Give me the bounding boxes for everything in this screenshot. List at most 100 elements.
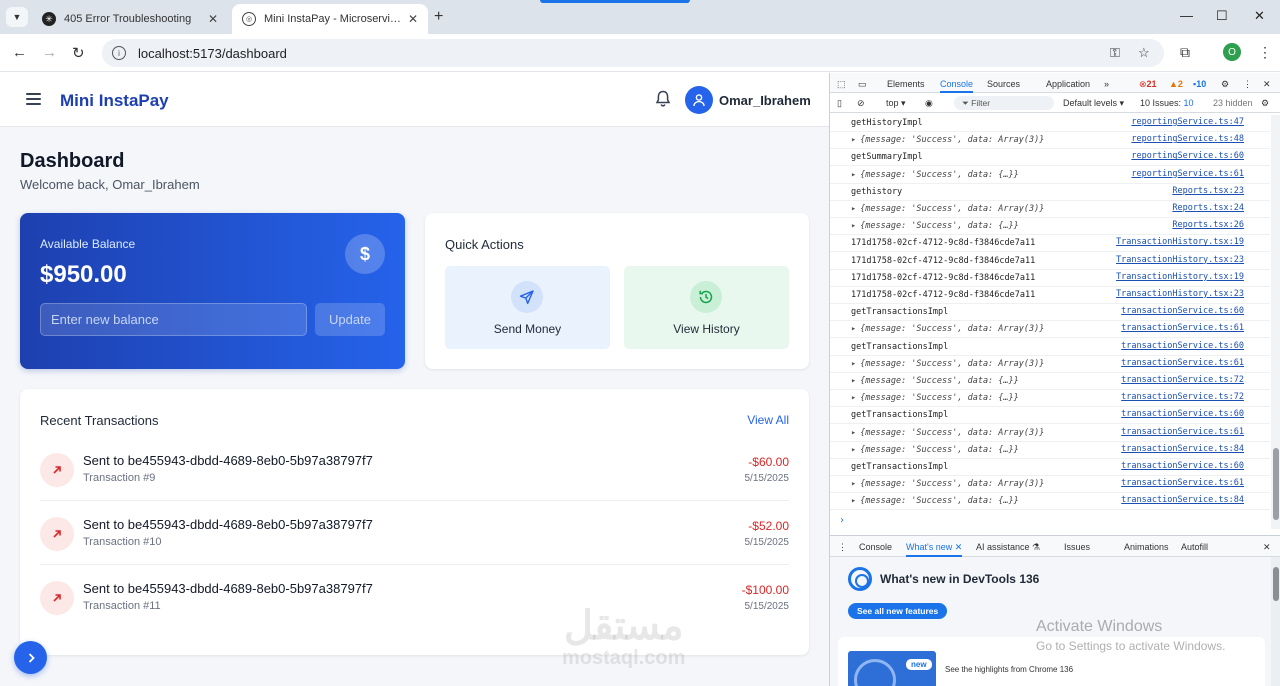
expand-arrow-icon[interactable]: ▸ — [851, 428, 856, 438]
console-log-line[interactable]: ▸ {message: 'Success', data: {…}} reportin… — [830, 167, 1270, 184]
tab-console[interactable]: Console — [940, 79, 974, 93]
source-link[interactable]: Reports.tsx:23 — [1172, 186, 1244, 196]
drawer-tab-issues[interactable]: Issues — [1064, 542, 1090, 552]
view-all-link[interactable]: View All — [747, 413, 789, 427]
eye-icon[interactable]: ◉ — [925, 98, 933, 109]
see-all-features-button[interactable]: See all new features — [848, 603, 948, 619]
source-link[interactable]: transactionService.ts:84 — [1121, 444, 1244, 454]
issues-label[interactable]: 10 Issues: 10 — [1140, 98, 1194, 108]
console-log-line[interactable]: 171d1758-02cf-4712-9c8d-f3846cde7a11 Tran… — [830, 270, 1270, 287]
console-log-line[interactable]: ▸ {message: 'Success', data: Array(3)} tra… — [830, 425, 1270, 442]
drawer-tab-autofill[interactable]: Autofill — [1181, 542, 1208, 552]
new-balance-input[interactable] — [40, 303, 307, 336]
console-log-line[interactable]: ▸ {message: 'Success', data: Array(3)} tra… — [830, 321, 1270, 339]
console-log-line[interactable]: ▸ {message: 'Success', data: Array(3)} tra… — [830, 356, 1270, 373]
drawer-scrollbar[interactable] — [1271, 557, 1280, 686]
console-log-line[interactable]: ▸ {message: 'Success', data: {…}} transact… — [830, 442, 1270, 459]
source-link[interactable]: transactionService.ts:60 — [1121, 409, 1244, 419]
console-log-line[interactable]: ▸ {message: 'Success', data: Array(3)} tra… — [830, 476, 1270, 494]
source-link[interactable]: TransactionHistory.tsx:19 — [1116, 272, 1244, 282]
more-menu-icon[interactable]: ⋮ — [1258, 44, 1272, 61]
info-count-badge[interactable]: ▪10 — [1193, 79, 1206, 89]
bell-icon[interactable] — [655, 90, 671, 108]
source-link[interactable]: Reports.tsx:26 — [1172, 220, 1244, 230]
username[interactable]: Omar_Ibrahem — [719, 93, 811, 108]
expand-arrow-icon[interactable]: ▸ — [851, 204, 856, 214]
console-object-message[interactable]: ▸ {message: 'Success', data: {…}} — [851, 445, 1019, 455]
source-link[interactable]: TransactionHistory.tsx:23 — [1116, 255, 1244, 265]
console-object-message[interactable]: ▸ {message: 'Success', data: Array(3)} — [851, 204, 1044, 214]
console-log-line[interactable]: 171d1758-02cf-4712-9c8d-f3846cde7a11 Tran… — [830, 253, 1270, 270]
new-tab-button[interactable]: + — [434, 8, 443, 26]
console-object-message[interactable]: ▸ {message: 'Success', data: {…}} — [851, 376, 1019, 386]
console-log-line[interactable]: getTransactionsImpl transactionService.ts… — [830, 407, 1270, 425]
source-link[interactable]: transactionService.ts:61 — [1121, 358, 1244, 368]
source-link[interactable]: transactionService.ts:60 — [1121, 306, 1244, 316]
user-avatar[interactable] — [685, 86, 713, 114]
source-link[interactable]: TransactionHistory.tsx:19 — [1116, 237, 1244, 247]
console-settings-icon[interactable]: ⚙ — [1261, 98, 1269, 109]
console-scroll-thumb[interactable] — [1273, 448, 1279, 520]
error-count-badge[interactable]: ⊗21 — [1139, 79, 1157, 90]
settings-gear-icon[interactable]: ⚙ — [1221, 79, 1229, 90]
source-link[interactable]: transactionService.ts:60 — [1121, 341, 1244, 351]
inspect-icon[interactable]: ⬚ — [837, 79, 846, 90]
console-log-line[interactable]: getTransactionsImpl transactionService.ts… — [830, 304, 1270, 322]
console-filter-input[interactable]: ⏷ Filter — [954, 96, 1054, 110]
source-link[interactable]: reportingService.ts:60 — [1131, 151, 1244, 161]
console-log-line[interactable]: ▸ {message: 'Success', data: {…}} transact… — [830, 390, 1270, 408]
clear-console-icon[interactable]: ⊘ — [857, 98, 865, 109]
console-log-line[interactable]: ▸ {message: 'Success', data: {…}} transact… — [830, 493, 1270, 511]
bookmark-star-icon[interactable]: ☆ — [1138, 39, 1150, 67]
expand-arrow-icon[interactable]: ▸ — [851, 170, 856, 180]
transaction-row[interactable]: Sent to be455943-dbdd-4689-8eb0-5b97a387… — [40, 569, 789, 629]
tab-application[interactable]: Application — [1046, 79, 1090, 89]
sidebar-toggle-icon[interactable]: ▯ — [837, 98, 842, 109]
reload-icon[interactable]: ↻ — [72, 44, 85, 62]
password-key-icon[interactable]: ⚿ — [1110, 39, 1120, 67]
more-tabs-icon[interactable]: » — [1104, 79, 1109, 89]
console-log-line[interactable]: gethistory Reports.tsx:23 — [830, 184, 1270, 201]
context-selector[interactable]: top ▾ — [886, 98, 906, 109]
source-link[interactable]: transactionService.ts:84 — [1121, 495, 1244, 505]
close-icon[interactable]: ✕ — [208, 12, 218, 26]
expand-arrow-icon[interactable]: ▸ — [851, 393, 856, 403]
device-toggle-icon[interactable]: ▭ — [858, 79, 867, 90]
console-log-line[interactable]: 171d1758-02cf-4712-9c8d-f3846cde7a11 Tran… — [830, 287, 1270, 304]
tab-search-button[interactable]: ▼ — [6, 7, 28, 27]
update-balance-button[interactable]: Update — [315, 303, 385, 336]
drawer-menu-icon[interactable]: ⋮ — [838, 542, 847, 553]
console-log-line[interactable]: getTransactionsImpl transactionService.ts… — [830, 339, 1270, 356]
tab-sources[interactable]: Sources — [987, 79, 1020, 89]
close-devtools-icon[interactable]: ✕ — [1263, 79, 1271, 90]
console-object-message[interactable]: ▸ {message: 'Success', data: Array(3)} — [851, 359, 1044, 369]
source-link[interactable]: transactionService.ts:61 — [1121, 323, 1244, 333]
source-link[interactable]: transactionService.ts:60 — [1121, 461, 1244, 471]
back-icon[interactable]: ← — [12, 44, 27, 61]
console-log-line[interactable]: getHistoryImpl reportingService.ts:47 — [830, 115, 1270, 132]
source-link[interactable]: Reports.tsx:24 — [1172, 203, 1244, 213]
highlights-card[interactable]: new See the highlights from Chrome 136 — [838, 637, 1265, 686]
console-prompt[interactable]: › — [839, 515, 845, 526]
tab-elements[interactable]: Elements — [887, 79, 925, 89]
source-link[interactable]: reportingService.ts:48 — [1131, 134, 1244, 144]
source-link[interactable]: transactionService.ts:72 — [1121, 392, 1244, 402]
source-link[interactable]: reportingService.ts:47 — [1131, 117, 1244, 127]
source-link[interactable]: transactionService.ts:61 — [1121, 427, 1244, 437]
console-object-message[interactable]: ▸ {message: 'Success', data: Array(3)} — [851, 324, 1044, 334]
site-info-icon[interactable]: i — [112, 46, 126, 60]
close-icon[interactable]: ✕ — [408, 12, 418, 26]
close-window-icon[interactable]: ✕ — [1254, 8, 1265, 24]
drawer-tab-whats-new[interactable]: What's new ✕ — [906, 542, 963, 557]
expand-arrow-icon[interactable]: ▸ — [851, 359, 856, 369]
browser-tab-2[interactable]: ◎ Mini InstaPay - Microservice Ar ✕ — [232, 4, 428, 34]
console-log-line[interactable]: ▸ {message: 'Success', data: {…}} transact… — [830, 373, 1270, 390]
console-object-message[interactable]: ▸ {message: 'Success', data: Array(3)} — [851, 135, 1044, 145]
console-object-message[interactable]: ▸ {message: 'Success', data: Array(3)} — [851, 479, 1044, 489]
expand-arrow-icon[interactable]: ▸ — [851, 135, 856, 145]
console-object-message[interactable]: ▸ {message: 'Success', data: {…}} — [851, 221, 1019, 231]
expand-arrow-icon[interactable]: ▸ — [851, 324, 856, 334]
console-object-message[interactable]: ▸ {message: 'Success', data: Array(3)} — [851, 428, 1044, 438]
console-scrollbar[interactable] — [1271, 115, 1280, 529]
console-log-line[interactable]: 171d1758-02cf-4712-9c8d-f3846cde7a11 Tran… — [830, 235, 1270, 253]
